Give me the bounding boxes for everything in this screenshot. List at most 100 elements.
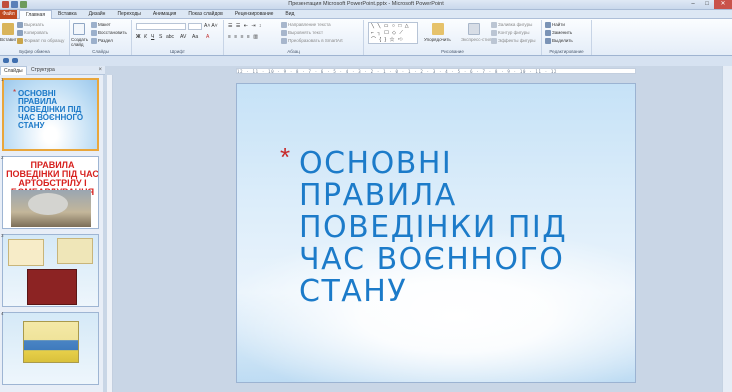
vertical-scrollbar[interactable]: [722, 66, 732, 392]
italic-icon[interactable]: К: [144, 34, 147, 40]
font-color-icon[interactable]: A: [206, 34, 209, 40]
slide-number: 1: [1, 77, 4, 82]
tab-review[interactable]: Рецензирование: [229, 10, 280, 19]
close-button[interactable]: ✕: [714, 0, 732, 9]
arrange-icon[interactable]: [432, 23, 444, 35]
group-drawing: ╲ ╲ ▭ ○ □ △ ⌐ ┐ ☐ ◇ ⟋ ⌒ { } ☆ ⇨ Упорядочит…: [364, 20, 542, 55]
slide-thumbnail-2[interactable]: ПРАВИЛА ПОВЕДІНКИ ПІД ЧАС АРТОБСТРІЛУ І …: [2, 156, 99, 229]
find-icon: [545, 22, 551, 28]
shadow-icon[interactable]: S: [159, 34, 162, 40]
arrange-button[interactable]: Упорядочить: [424, 37, 451, 42]
slide-canvas[interactable]: * Основні правила поведінки під час воєн…: [236, 83, 636, 383]
quick-styles-icon[interactable]: [468, 23, 480, 35]
tab-view[interactable]: Вид: [279, 10, 300, 19]
list-icons[interactable]: ☰ ☰ ⇤ ⇥ ↕: [228, 23, 262, 29]
repeat-icon[interactable]: [12, 58, 18, 63]
font-name-select[interactable]: [136, 23, 186, 30]
slide-title[interactable]: Основні правила поведінки під час воєнно…: [299, 148, 619, 308]
select-button[interactable]: Выделить: [552, 38, 573, 43]
ruler-marks: 12 · 11 · 10 · 9 · 8 · 7 · 6 · 5 · 4 · 3…: [237, 69, 558, 73]
vertical-ruler: [107, 75, 113, 392]
find-button[interactable]: Найти: [552, 22, 565, 27]
shape-effects-button[interactable]: Эффекты фигуры: [498, 38, 536, 43]
strikethrough-icon[interactable]: abc: [166, 34, 174, 40]
tab-transitions[interactable]: Переходы: [111, 10, 146, 19]
window-title: Презентация Microsoft PowerPoint.pptx - …: [288, 1, 444, 7]
new-slide-icon[interactable]: [73, 23, 85, 35]
thumbnail-image: [57, 238, 93, 264]
slide-thumbnail-1[interactable]: * Основні правила поведінки під час воєн…: [2, 78, 99, 151]
horizontal-ruler: 12 · 11 · 10 · 9 · 8 · 7 · 6 · 5 · 4 · 3…: [236, 68, 636, 74]
format-painter-icon: [17, 38, 23, 44]
bullet-star: *: [280, 142, 291, 172]
tab-slides-panel[interactable]: Слайды: [0, 66, 27, 75]
redo-icon[interactable]: [3, 58, 9, 63]
tab-insert[interactable]: Вставка: [52, 10, 83, 19]
shape-effects-icon: [491, 38, 497, 44]
tab-home[interactable]: Главная: [19, 10, 53, 19]
thumbnail-image: [8, 239, 44, 266]
paste-icon[interactable]: [2, 23, 14, 35]
minimize-button[interactable]: –: [686, 0, 700, 9]
copy-button[interactable]: Копировать: [24, 30, 48, 35]
align-text-icon: [281, 30, 287, 36]
title-bar: Презентация Microsoft PowerPoint.pptx - …: [0, 0, 732, 10]
text-direction-button[interactable]: Направление текста: [288, 22, 331, 27]
font-size-select[interactable]: [188, 23, 202, 30]
tab-design[interactable]: Дизайн: [83, 10, 112, 19]
group-label: Абзац: [287, 49, 300, 54]
shape-outline-button[interactable]: Контур фигуры: [498, 30, 529, 35]
tab-outline-panel[interactable]: Структура: [28, 66, 58, 75]
close-icon[interactable]: ×: [98, 66, 102, 75]
bold-icon[interactable]: Ж: [136, 34, 141, 40]
case-icon[interactable]: Aa: [192, 34, 198, 40]
replace-button[interactable]: Заменить: [552, 30, 572, 35]
thumbnail-title: Основні правила поведінки під час воєнно…: [18, 89, 84, 130]
format-painter-button[interactable]: Формат по образцу: [24, 38, 64, 43]
smartart-icon: [281, 38, 287, 44]
select-icon: [545, 38, 551, 44]
cut-button[interactable]: Вырезать: [24, 22, 44, 27]
thumbnail-image: [23, 321, 79, 363]
align-text-button[interactable]: Выровнять текст: [288, 30, 323, 35]
ribbon: Вставить Вырезать Копировать Формат по о…: [0, 19, 732, 56]
shape-fill-icon: [491, 22, 497, 28]
window-controls: – □ ✕: [686, 0, 732, 9]
slide-thumbnail-3[interactable]: [2, 234, 99, 307]
smartart-button[interactable]: Преобразовать в SmartArt: [288, 38, 343, 43]
grow-font-icon[interactable]: A˄ A˅: [204, 23, 218, 29]
slide-number: 3: [1, 233, 4, 238]
layout-button[interactable]: Макет: [98, 22, 111, 27]
slides-panel-header: Слайды Структура ×: [0, 66, 105, 75]
text-direction-icon: [281, 22, 287, 28]
layout-icon: [91, 22, 97, 28]
shape-outline-icon: [491, 30, 497, 36]
reset-icon: [91, 30, 97, 36]
group-clipboard: Вставить Вырезать Копировать Формат по о…: [0, 20, 70, 55]
underline-icon[interactable]: Ч: [151, 34, 154, 40]
slide-thumbnail-4[interactable]: [2, 312, 99, 385]
tab-slideshow[interactable]: Показ слайдов: [182, 10, 228, 19]
section-button[interactable]: Раздел: [98, 38, 113, 43]
group-label: Рисование: [441, 49, 464, 54]
maximize-button[interactable]: □: [700, 0, 714, 9]
group-slides: Создать слайд Макет Восстановить Раздел …: [70, 20, 132, 55]
quick-toolbar-row: [0, 56, 732, 66]
align-icons[interactable]: ≡ ≡ ≡ ≡ ▥: [228, 34, 259, 40]
tab-file[interactable]: Файл: [0, 10, 17, 19]
shapes-gallery[interactable]: ╲ ╲ ▭ ○ □ △ ⌐ ┐ ☐ ◇ ⟋ ⌒ { } ☆ ⇨: [368, 22, 418, 44]
shape-fill-button[interactable]: Заливка фигуры: [498, 22, 532, 27]
tab-animations[interactable]: Анимация: [147, 10, 182, 19]
replace-icon: [545, 30, 551, 36]
thumbnail-image: [27, 269, 77, 305]
cut-icon: [17, 22, 23, 28]
reset-button[interactable]: Восстановить: [98, 30, 127, 35]
spacing-icon[interactable]: AV: [180, 34, 186, 40]
group-label: Буфер обмена: [19, 49, 50, 54]
smoke-image: [28, 193, 68, 215]
quick-styles-button[interactable]: Экспресс-стили: [461, 37, 494, 42]
group-label: Слайды: [92, 49, 109, 54]
group-font: A˄ A˅ Ж К Ч S abc AV Aa A Шрифт: [132, 20, 224, 55]
new-slide-button[interactable]: Создать слайд: [71, 37, 89, 47]
section-icon: [91, 38, 97, 44]
